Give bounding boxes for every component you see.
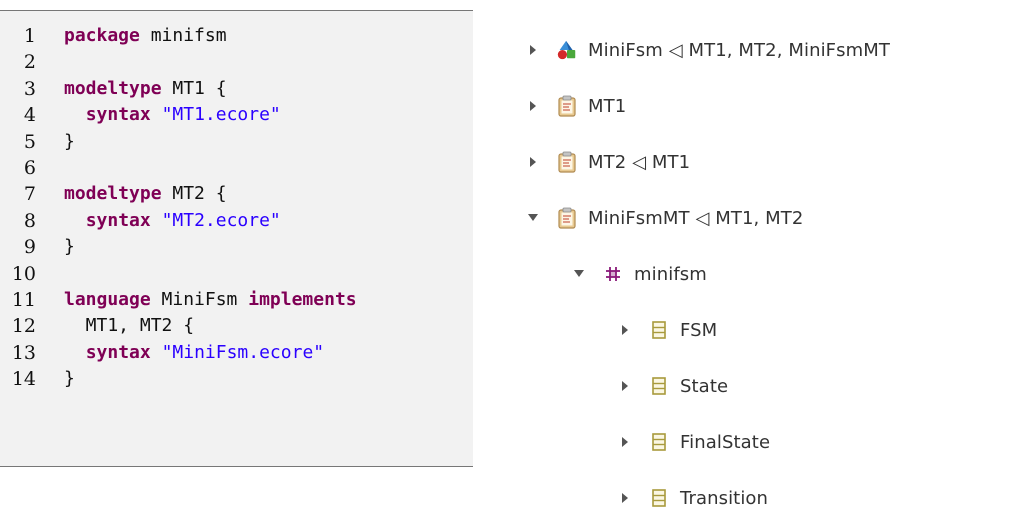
tree-item-label: MiniFsm ◁ MT1, MT2, MiniFsmMT (588, 39, 890, 61)
tree-item[interactable]: MiniFsm ◁ MT1, MT2, MiniFsmMT (526, 36, 890, 64)
tree-item[interactable]: minifsm (572, 260, 707, 288)
tree-item-label: MT1 (588, 95, 627, 117)
tree-item-label: FinalState (680, 431, 771, 453)
language-icon (556, 39, 578, 61)
chevron-right-icon[interactable] (618, 491, 632, 505)
class-icon (648, 487, 670, 509)
tree-item[interactable]: MiniFsmMT ◁ MT1, MT2 (526, 204, 803, 232)
class-icon (648, 431, 670, 453)
tree-item[interactable]: MT1 (526, 92, 626, 120)
chevron-right-icon[interactable] (526, 99, 540, 113)
chevron-down-icon[interactable] (572, 267, 586, 281)
tree-item[interactable]: FinalState (618, 428, 770, 456)
tree-item-label: MiniFsmMT ◁ MT1, MT2 (588, 207, 804, 229)
chevron-right-icon[interactable] (618, 323, 632, 337)
model-tree: MiniFsm ◁ MT1, MT2, MiniFsmMT MT1 MT2 ◁ MT… (0, 0, 1019, 509)
package-icon (602, 263, 624, 285)
tree-item[interactable]: Transition (618, 484, 768, 512)
modeltype-icon (556, 95, 578, 117)
chevron-down-icon[interactable] (526, 211, 540, 225)
chevron-right-icon[interactable] (618, 379, 632, 393)
chevron-right-icon[interactable] (526, 155, 540, 169)
tree-item[interactable]: MT2 ◁ MT1 (526, 148, 690, 176)
modeltype-icon (556, 207, 578, 229)
tree-item-label: minifsm (634, 263, 707, 285)
tree-item[interactable]: FSM (618, 316, 717, 344)
modeltype-icon (556, 151, 578, 173)
class-icon (648, 375, 670, 397)
tree-item-label: State (680, 375, 729, 397)
class-icon (648, 319, 670, 341)
tree-item-label: FSM (680, 319, 718, 341)
chevron-right-icon[interactable] (526, 43, 540, 57)
chevron-right-icon[interactable] (618, 435, 632, 449)
tree-item-label: MT2 ◁ MT1 (588, 151, 691, 173)
tree-item[interactable]: State (618, 372, 728, 400)
tree-item-label: Transition (680, 487, 769, 509)
